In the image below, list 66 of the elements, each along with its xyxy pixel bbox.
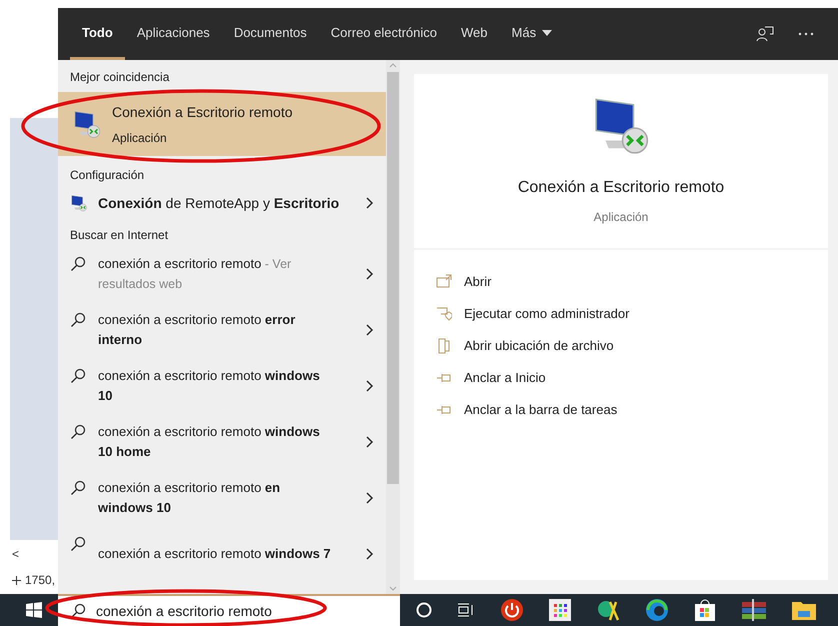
search-icon	[70, 312, 86, 328]
move-icon	[12, 576, 21, 584]
suggestion-text: conexión a escritorio remoto error interno	[98, 311, 296, 349]
filter-tab[interactable]: Correo electrónico	[318, 8, 450, 60]
web-suggestion[interactable]: conexión a escritorio remoto windows 10	[58, 358, 386, 414]
browser-icon[interactable]	[645, 598, 669, 622]
filter-tab[interactable]: Documentos	[222, 8, 319, 60]
chevron-right-icon	[366, 197, 374, 209]
result-subtitle: Aplicación	[112, 130, 168, 146]
folder-icon[interactable]	[792, 600, 816, 620]
search-icon	[70, 603, 86, 619]
shopping-bag-icon[interactable]	[694, 598, 716, 622]
web-suggestion[interactable]: conexión a escritorio remoto - Ver resultados web	[58, 246, 386, 302]
shield-icon	[436, 306, 452, 322]
chevron-right-icon	[366, 324, 374, 336]
action-item[interactable]: Anclar a Inicio	[436, 362, 828, 394]
books-icon[interactable]	[741, 599, 767, 621]
preview-subtitle: Aplicación	[594, 209, 648, 226]
search-icon	[70, 256, 86, 272]
action-item[interactable]: Abrir	[436, 266, 828, 298]
feedback-icon	[756, 25, 774, 43]
chevron-right-icon	[366, 380, 374, 392]
filter-tab[interactable]: Aplicaciones	[124, 8, 222, 60]
suggestion-text: conexión a escritorio remoto windows 7	[98, 545, 332, 563]
remote-desktop-icon	[72, 109, 102, 139]
scroll-left-arrow[interactable]: <	[12, 545, 58, 563]
circle-icon[interactable]	[416, 602, 432, 618]
coordinates-text: 1750,	[25, 572, 56, 589]
action-item[interactable]: Anclar a la barra de tareas	[436, 394, 828, 426]
section-heading: Mejor coincidencia	[69, 69, 170, 86]
result-title: Conexión a Escritorio remoto	[112, 102, 293, 122]
suggestion-text: conexión a escritorio remoto en windows 10	[98, 479, 282, 517]
web-suggestion[interactable]: conexión a escritorio remoto error interno	[58, 302, 386, 358]
action-item[interactable]: Ejecutar como administrador	[436, 298, 828, 330]
remote-desktop-icon	[70, 194, 88, 212]
more-icon	[798, 32, 814, 36]
search-icon	[70, 368, 86, 384]
folder-icon	[436, 338, 452, 354]
web-suggestion[interactable]: conexión a escritorio remoto windows 7	[58, 526, 386, 582]
chevron-right-icon	[366, 492, 374, 504]
result-label: Conexión de RemoteApp y Escritorio	[98, 194, 340, 213]
filter-tab[interactable]: Web	[449, 8, 500, 60]
section-heading: Configuración	[69, 167, 146, 184]
section-heading: Buscar en Internet	[69, 227, 170, 244]
filter-tab[interactable]: Más	[500, 8, 564, 60]
best-match-item[interactable]: Conexión a Escritorio remoto Aplicación	[58, 92, 386, 156]
suggestion-text: conexión a escritorio remoto windows 10	[98, 367, 321, 405]
search-icon	[70, 480, 86, 496]
web-suggestion[interactable]: conexión a escritorio remoto windows 10 home	[58, 414, 386, 470]
preview-title: Conexión a Escritorio remoto	[518, 178, 724, 198]
grid-icon[interactable]	[549, 599, 571, 621]
action-item[interactable]: Abrir ubicación de archivo	[436, 330, 828, 362]
power-icon[interactable]	[500, 598, 524, 622]
globe-icon[interactable]	[596, 598, 620, 622]
chevron-right-icon	[366, 548, 374, 560]
windows-icon	[26, 602, 42, 618]
search-icon	[70, 536, 86, 552]
settings-result[interactable]: Conexión de RemoteApp y Escritorio	[58, 188, 386, 218]
task-view-icon[interactable]	[457, 602, 475, 618]
chevron-right-icon	[366, 268, 374, 280]
web-suggestion[interactable]: conexión a escritorio remoto en windows 10	[58, 470, 386, 526]
suggestion-text: conexión a escritorio remoto windows 10 home	[98, 423, 321, 461]
suggestion-text: conexión a escritorio remoto - Ver resultados web	[98, 255, 292, 293]
search-icon	[70, 424, 86, 440]
open-icon	[436, 274, 452, 290]
chevron-right-icon	[366, 436, 374, 448]
